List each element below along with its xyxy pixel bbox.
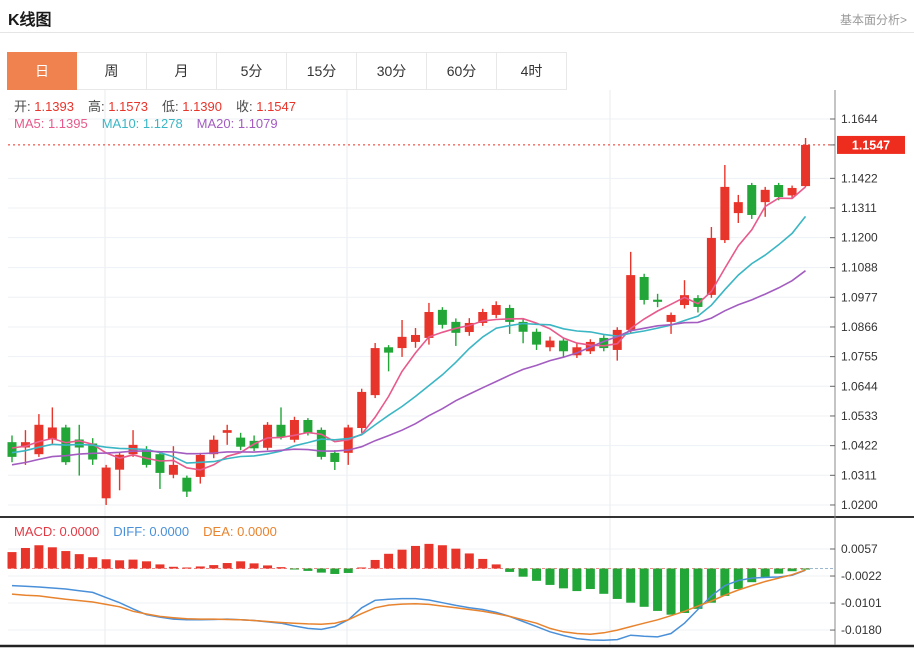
- y-axis-labels: 1.1644 1.1422 1.1311 1.1200 1.1088 1.0977 1.08…: [830, 112, 882, 637]
- fundamental-analysis-link[interactable]: 基本面分析>: [840, 11, 907, 28]
- tab-period-2[interactable]: 月: [147, 52, 217, 90]
- tab-period-4[interactable]: 15分: [287, 52, 357, 90]
- ohlc-readout: 开: 1.1393 高: 1.1573 低: 1.1390 收: 1.1547: [14, 96, 310, 115]
- svg-text:0.0057: 0.0057: [841, 542, 878, 556]
- svg-text:1.1088: 1.1088: [841, 261, 878, 275]
- readout-pair: 开: 1.1393: [14, 99, 74, 114]
- ma-readout: MA5: 1.1395 MA10: 1.1278 MA20: 1.1079: [14, 116, 292, 131]
- svg-text:1.0422: 1.0422: [841, 439, 878, 453]
- period-tabs: 日周月5分15分30分60分4时: [7, 52, 567, 90]
- svg-text:-0.0101: -0.0101: [841, 596, 882, 610]
- svg-text:-0.0022: -0.0022: [841, 569, 882, 583]
- readout-pair: 收: 1.1547: [236, 99, 296, 114]
- svg-text:1.0977: 1.0977: [841, 290, 878, 304]
- readout-pair: 低: 1.1390: [162, 99, 222, 114]
- tab-period-0[interactable]: 日: [7, 52, 77, 90]
- readout-pair: 高: 1.1573: [88, 99, 148, 114]
- svg-text:1.0644: 1.0644: [841, 379, 878, 393]
- svg-text:1.1311: 1.1311: [841, 201, 877, 215]
- page-title: K线图: [8, 6, 52, 30]
- svg-text:1.0866: 1.0866: [841, 320, 878, 334]
- readout-pair: MA10: 1.1278: [102, 116, 183, 131]
- svg-text:1.1200: 1.1200: [841, 231, 878, 245]
- tab-period-3[interactable]: 5分: [217, 52, 287, 90]
- tab-period-1[interactable]: 周: [77, 52, 147, 90]
- tab-period-6[interactable]: 60分: [427, 52, 497, 90]
- readout-pair: MA5: 1.1395: [14, 116, 88, 131]
- current-price-tag-text: 1.1547: [852, 138, 890, 152]
- tab-period-7[interactable]: 4时: [497, 52, 567, 90]
- svg-text:1.0200: 1.0200: [841, 498, 878, 512]
- svg-text:1.0311: 1.0311: [841, 468, 877, 482]
- macd-readout: MACD: 0.0000 DIFF: 0.0000 DEA: 0.0000: [14, 524, 291, 539]
- readout-pair: MACD: 0.0000: [14, 524, 99, 539]
- svg-text:-0.0180: -0.0180: [841, 623, 882, 637]
- candlesticks: [8, 138, 811, 505]
- svg-text:1.0533: 1.0533: [841, 409, 878, 423]
- svg-text:1.1422: 1.1422: [841, 171, 878, 185]
- header: K线图 基本面分析>: [0, 0, 914, 33]
- readout-pair: DIFF: 0.0000: [113, 524, 189, 539]
- svg-text:1.0755: 1.0755: [841, 350, 878, 364]
- readout-pair: DEA: 0.0000: [203, 524, 277, 539]
- svg-text:1.1644: 1.1644: [841, 112, 878, 126]
- tab-period-5[interactable]: 30分: [357, 52, 427, 90]
- readout-pair: MA20: 1.1079: [197, 116, 278, 131]
